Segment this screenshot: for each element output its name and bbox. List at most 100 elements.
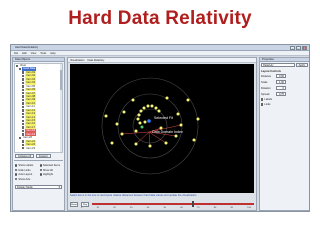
option-hide-links[interactable]: Hide Links [15,169,38,172]
data-node[interactable] [154,106,158,110]
expand-button[interactable]: Expand [36,154,51,158]
tree-checkbox[interactable] [16,64,19,67]
tree-checkbox[interactable] [22,81,25,85]
relativity-graph[interactable]: Selected Fit Data Domain Index [70,64,254,193]
distance-field[interactable]: 0.50 [276,74,286,78]
data-node[interactable] [165,96,169,100]
data-node[interactable] [115,122,119,126]
tree-checkbox[interactable] [22,74,25,78]
window-title: Hard Data Relativity [15,46,39,49]
menu-help[interactable]: Help [50,51,55,55]
collapse-all-button[interactable]: Collapse All [15,154,35,158]
tab-data-relativity[interactable]: Data Relativity [88,58,105,62]
data-node[interactable] [196,117,200,121]
display-options: Show Labels Selected Items Hide Links Sh… [14,160,63,210]
data-node[interactable] [148,144,152,148]
tree-checkbox[interactable] [22,105,25,109]
close-icon[interactable]: × [302,46,307,50]
tab-visualization[interactable]: Visualization [70,58,85,62]
reset-button[interactable]: Reset [70,201,78,207]
scale-field[interactable]: 1.00 [276,80,286,84]
menu-view[interactable]: View [31,51,37,55]
option-auto-layout[interactable]: Auto Layout [15,173,38,176]
properties-panel: Properties Relativity Apply Layout Contr… [259,57,309,211]
slider-tick-label: 0 [81,207,83,209]
tree-item[interactable]: Item 23 [15,147,62,150]
data-node[interactable] [140,125,144,129]
tree-checkbox[interactable] [22,119,25,122]
tree-checkbox[interactable] [19,67,22,71]
selected-node[interactable] [147,119,151,123]
data-node[interactable] [150,104,154,108]
data-node[interactable] [143,120,147,124]
slider-tick-label: 10 [96,207,99,209]
tree-checkbox[interactable] [22,140,25,143]
data-node[interactable] [137,113,141,117]
data-node[interactable] [174,134,178,138]
data-node[interactable] [146,104,150,108]
menu-bar: File Edit View Tools Help [11,51,309,56]
option-show-axis[interactable]: Show Axis [15,178,38,181]
data-node[interactable] [176,112,180,116]
data-node[interactable] [134,129,138,133]
option-selected-items[interactable]: Selected Items [39,164,63,167]
status-text: Select items in the tree to recompute re… [70,194,198,197]
tree-checkbox[interactable] [22,109,25,112]
data-node[interactable] [104,114,108,118]
data-node[interactable] [134,142,138,146]
slider-tick-label: 100 [247,207,251,209]
data-node[interactable] [120,132,124,136]
data-node[interactable] [157,109,161,113]
tree-checkbox[interactable] [22,143,25,146]
data-node[interactable] [142,106,146,110]
tree-checkbox[interactable] [22,98,25,102]
tree-checkbox[interactable] [22,122,25,126]
data-node[interactable] [136,117,140,121]
minimize-icon[interactable]: – [290,46,295,50]
relativity-dropdown[interactable]: Relativity [261,63,295,67]
option-show-all[interactable]: Show All [39,169,63,172]
slider-tick-label: 70 [197,207,200,209]
data-node[interactable] [139,109,143,113]
data-node[interactable] [138,121,142,125]
play-button[interactable]: Play [81,201,89,207]
tree-checkbox[interactable] [22,112,25,116]
data-node[interactable] [131,98,135,102]
maximize-icon[interactable]: □ [296,46,301,50]
tree-checkbox[interactable] [22,102,25,105]
tree-checkbox[interactable] [22,88,25,91]
tree-checkbox[interactable] [22,95,25,98]
display-mode-select[interactable]: Display Mode [15,184,62,189]
slider-tick-label: 50 [163,207,166,209]
slider-tick-label: 90 [230,207,233,209]
rotation-field[interactable]: 0 [276,86,286,90]
data-node[interactable] [122,110,126,114]
tree-checkbox[interactable] [22,92,25,95]
menu-tools[interactable]: Tools [40,51,46,55]
tree-checkbox[interactable] [22,129,25,133]
tree-checkbox[interactable] [22,71,25,74]
menu-file[interactable]: File [14,51,18,55]
menu-edit[interactable]: Edit [22,51,26,55]
option-show-labels[interactable]: Show Labels [15,164,38,167]
tree-checkbox[interactable] [22,85,25,88]
apply-button[interactable]: Apply [295,63,308,67]
data-node[interactable] [192,138,196,142]
visualization-panel: Visualization Data Relativity Selected F… [67,57,257,211]
tree-checkbox[interactable] [19,136,22,140]
time-slider[interactable] [92,201,254,207]
spread-field[interactable]: 0.75 [276,92,286,96]
tree-checkbox[interactable] [22,78,25,81]
option-highlight[interactable]: Highlight [39,173,63,176]
data-node[interactable] [110,141,114,145]
tree-checkbox[interactable] [22,116,25,119]
tree-checkbox[interactable] [22,126,25,129]
tree-checkbox[interactable] [22,147,25,150]
checkbox-links[interactable]: Links [260,102,309,107]
data-tree[interactable]: Root Hard Data Item 01 Item 02 Item 03 Item 0… [14,63,63,153]
data-node[interactable] [186,98,190,102]
data-node[interactable] [179,123,183,127]
tree-scrollbar[interactable] [59,64,62,152]
application-window: Hard Data Relativity – □ × File Edit Vie… [10,44,310,212]
data-node[interactable] [164,141,168,145]
